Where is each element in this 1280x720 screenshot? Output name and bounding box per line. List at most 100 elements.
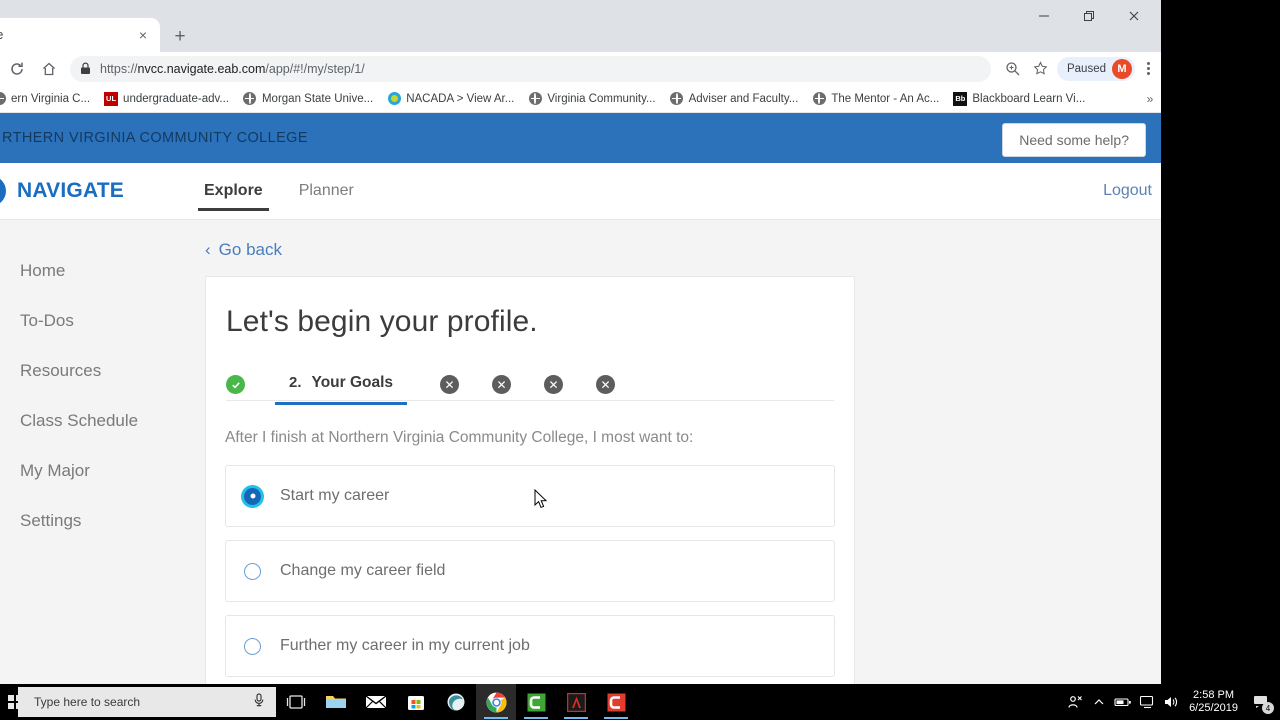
- bookmark-item[interactable]: NACADA > View Ar...: [381, 88, 520, 110]
- bookmark-item[interactable]: UL undergraduate-adv...: [98, 88, 235, 110]
- minimize-icon[interactable]: [1021, 0, 1066, 32]
- globe-favicon-icon: [243, 92, 257, 106]
- tab-strip: ate × +: [0, 0, 1161, 52]
- sidebar-item-settings[interactable]: Settings: [0, 496, 185, 546]
- page-title: Let's begin your profile.: [226, 305, 538, 338]
- option-label: Further my career in my current job: [280, 637, 530, 654]
- sidebar-item-to-dos[interactable]: To-Dos: [0, 296, 185, 346]
- volume-icon[interactable]: [1159, 684, 1183, 720]
- clock[interactable]: 2:58 PM 6/25/2019: [1189, 689, 1238, 715]
- sidebar-item-home[interactable]: Home: [0, 246, 185, 296]
- sidebar-item-resources[interactable]: Resources: [0, 346, 185, 396]
- screen: ate × +: [0, 0, 1280, 720]
- radio-icon[interactable]: [244, 637, 261, 655]
- college-banner: RTHERN VIRGINIA COMMUNITY COLLEGE Need s…: [0, 113, 1161, 163]
- task-view-icon[interactable]: [276, 684, 316, 720]
- chrome-icon[interactable]: [476, 684, 516, 720]
- tab-explore[interactable]: Explore: [186, 163, 281, 219]
- battery-icon[interactable]: [1111, 684, 1135, 720]
- chrome-menu-icon[interactable]: [1137, 55, 1159, 83]
- lock-icon: [80, 62, 91, 75]
- logout-link[interactable]: Logout: [1103, 182, 1152, 200]
- step-pending-icon[interactable]: ✕: [440, 375, 460, 394]
- adobe-acrobat-icon[interactable]: [556, 684, 596, 720]
- file-explorer-icon[interactable]: [316, 684, 356, 720]
- notification-count-badge: 4: [1262, 702, 1274, 714]
- bookmark-item[interactable]: The Mentor - An Ac...: [806, 88, 945, 110]
- bookmark-item[interactable]: Adviser and Faculty...: [664, 88, 805, 110]
- address-bar[interactable]: https://nvcc.navigate.eab.com/app/#!/my/…: [70, 55, 991, 82]
- go-back-link[interactable]: ‹ Go back: [205, 240, 282, 260]
- bookmark-item[interactable]: Morgan State Unive...: [237, 88, 379, 110]
- microsoft-store-icon[interactable]: [396, 684, 436, 720]
- people-icon[interactable]: [1063, 684, 1087, 720]
- options-list: Start my career Change my career field F…: [225, 465, 835, 677]
- go-back-label: Go back: [218, 240, 282, 259]
- tab-planner[interactable]: Planner: [281, 163, 372, 219]
- radio-icon[interactable]: [244, 487, 261, 505]
- bookmark-label: Adviser and Faculty...: [688, 92, 799, 105]
- sidebar-item-label: Resources: [20, 361, 102, 380]
- home-icon: [0, 258, 4, 284]
- profile-chip[interactable]: Paused M: [1056, 56, 1135, 81]
- edge-icon[interactable]: [436, 684, 476, 720]
- option-start-my-career[interactable]: Start my career: [225, 465, 835, 527]
- microphone-icon[interactable]: [252, 692, 266, 713]
- option-further-my-career[interactable]: Further my career in my current job: [225, 615, 835, 677]
- step-label: Your Goals: [311, 374, 394, 391]
- brand-logo[interactable]: NAVIGATE: [0, 176, 168, 206]
- option-label: Change my career field: [280, 562, 446, 579]
- calendar-icon: [0, 408, 4, 434]
- bookmark-label: Morgan State Unive...: [261, 92, 374, 105]
- new-tab-button[interactable]: +: [166, 23, 194, 51]
- bookmark-star-icon[interactable]: [1027, 55, 1055, 83]
- sidebar-item-class-schedule[interactable]: Class Schedule: [0, 396, 185, 446]
- step-indicator: 2. Your Goals ✕ ✕ ✕ ✕: [226, 369, 854, 405]
- mail-icon[interactable]: [356, 684, 396, 720]
- option-change-my-career-field[interactable]: Change my career field: [225, 540, 835, 602]
- search-input[interactable]: Type here to search: [18, 687, 276, 717]
- globe-favicon-icon: [0, 92, 6, 106]
- close-icon[interactable]: ×: [132, 24, 154, 46]
- omnibox-actions: Paused M: [999, 55, 1159, 83]
- checklist-icon: [0, 308, 4, 334]
- mouse-cursor: [534, 488, 548, 511]
- reload-icon[interactable]: [2, 55, 32, 83]
- bookmark-item[interactable]: Bb Blackboard Learn Vi...: [947, 88, 1091, 110]
- step-current[interactable]: 2. Your Goals: [275, 374, 408, 405]
- step-pending-icon[interactable]: ✕: [544, 375, 564, 394]
- camtasia-editor-icon[interactable]: [516, 684, 556, 720]
- globe-favicon-icon: [528, 92, 542, 106]
- window-controls: [1021, 0, 1156, 32]
- chrome-browser-window: ate × +: [0, 0, 1161, 684]
- omnibox-row: https://nvcc.navigate.eab.com/app/#!/my/…: [0, 52, 1161, 85]
- bookmark-label: undergraduate-adv...: [123, 92, 229, 105]
- bookmark-item[interactable]: Virginia Community...: [522, 88, 661, 110]
- display-icon[interactable]: [1135, 684, 1159, 720]
- graduation-icon: [0, 458, 4, 484]
- show-hidden-icons-chevron-up-icon[interactable]: [1087, 684, 1111, 720]
- sidebar-item-my-major[interactable]: My Major: [0, 446, 185, 496]
- notification-center-icon[interactable]: 4: [1246, 684, 1276, 720]
- page-viewport: RTHERN VIRGINIA COMMUNITY COLLEGE Need s…: [0, 113, 1161, 684]
- windows-taskbar: Type here to search 2:58 PM 6/25/2019 4: [0, 684, 1280, 720]
- clock-date: 6/25/2019: [1189, 702, 1238, 714]
- camtasia-recorder-icon[interactable]: [596, 684, 636, 720]
- bookmark-label: ern Virginia C...: [11, 92, 91, 105]
- step-pending-icon[interactable]: ✕: [596, 375, 616, 394]
- browser-tab[interactable]: ate ×: [0, 18, 160, 52]
- blackboard-favicon-icon: Bb: [953, 91, 968, 106]
- app-nav-tabs: Explore Planner: [186, 163, 372, 219]
- radio-icon[interactable]: [244, 562, 261, 580]
- system-tray: 2:58 PM 6/25/2019 4: [1063, 684, 1280, 720]
- zoom-icon[interactable]: [999, 55, 1027, 83]
- home-icon[interactable]: [34, 55, 64, 83]
- bookmark-label: The Mentor - An Ac...: [831, 92, 940, 105]
- bookmarks-overflow-icon[interactable]: »: [1141, 89, 1159, 109]
- bookmarks-bar: ern Virginia C... UL undergraduate-adv..…: [0, 85, 1161, 113]
- step-pending-icon[interactable]: ✕: [492, 375, 512, 394]
- bookmark-item[interactable]: ern Virginia C...: [0, 88, 96, 110]
- close-window-icon[interactable]: [1111, 0, 1156, 32]
- restore-icon[interactable]: [1066, 0, 1111, 32]
- need-help-button[interactable]: Need some help?: [1002, 123, 1146, 157]
